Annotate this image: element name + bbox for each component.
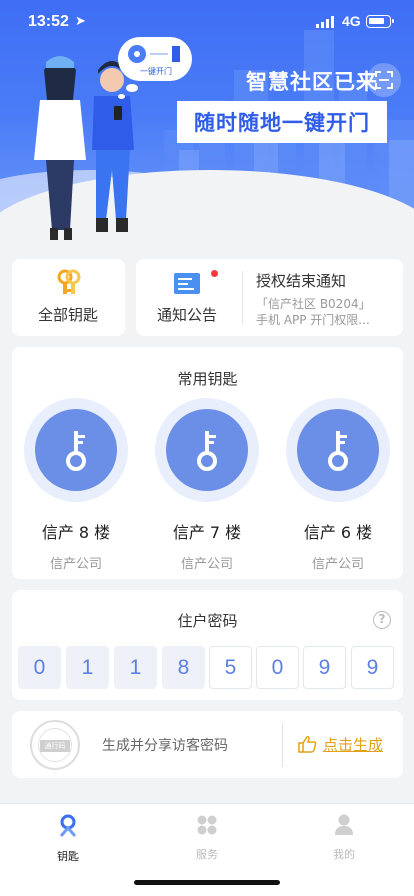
notice-card[interactable]: 通知公告 授权结束通知 「信产社区 B0204」 手机 APP 开门权限... xyxy=(136,259,403,336)
unread-dot xyxy=(211,270,218,277)
home-indicator xyxy=(134,880,280,885)
status-time: 13:52 xyxy=(28,13,69,30)
key-icon xyxy=(66,431,86,471)
key-card[interactable]: 信产 7 楼 信产公司 xyxy=(155,398,259,572)
user-icon xyxy=(335,814,353,835)
tab-label: 钥匙 xyxy=(57,850,79,863)
notice-label: 通知公告 xyxy=(157,306,218,324)
password-digit: 9 xyxy=(303,646,346,689)
generate-button[interactable]: 点击生成 xyxy=(297,729,383,759)
signal-icon xyxy=(316,16,334,28)
key-company: 信产公司 xyxy=(311,557,364,572)
visitor-text: 生成并分享访客密码 xyxy=(102,738,228,754)
password-digit: 1 xyxy=(66,646,109,689)
network-type: 4G xyxy=(342,13,361,29)
password-digit: 0 xyxy=(18,646,61,689)
password-digit: 5 xyxy=(209,646,252,689)
scan-button[interactable] xyxy=(367,63,401,97)
tab-label: 我的 xyxy=(333,848,355,861)
scan-icon xyxy=(375,71,393,89)
hero-title: 智慧社区已来 xyxy=(246,70,378,94)
notice-line-2: 手机 APP 开门权限... xyxy=(256,313,370,327)
stamp-text: 通行码 xyxy=(40,740,70,752)
notice-line-1: 「信产社区 B0204」 xyxy=(256,297,371,311)
notice-body: 「信产社区 B0204」 手机 APP 开门权限... xyxy=(256,296,396,328)
key-company: 信产公司 xyxy=(180,557,233,572)
keys-icon xyxy=(57,269,81,294)
common-keys-title: 常用钥匙 xyxy=(177,370,238,388)
password-title: 住户密码 xyxy=(177,612,238,630)
password-digit: 1 xyxy=(114,646,157,689)
announcement-icon xyxy=(174,273,200,294)
key-name: 信产 7 楼 xyxy=(172,523,242,542)
all-keys-card[interactable]: 全部钥匙 xyxy=(12,259,125,336)
tab-mine[interactable]: 我的 xyxy=(304,814,384,862)
key-name: 信产 6 楼 xyxy=(303,523,373,542)
tab-service[interactable]: 服务 xyxy=(167,814,247,862)
key-company: 信产公司 xyxy=(49,557,102,572)
grid-icon xyxy=(197,815,217,835)
location-arrow-icon: ➤ xyxy=(75,14,86,29)
key-icon xyxy=(197,431,217,471)
help-icon[interactable]: ? xyxy=(373,611,391,629)
key-name: 信产 8 楼 xyxy=(41,523,111,542)
all-keys-label: 全部钥匙 xyxy=(38,306,99,324)
resident-password-section: 住户密码 ? 0 1 1 8 5 0 9 9 xyxy=(12,590,403,700)
key-icon xyxy=(328,431,348,471)
pointing-hand-icon xyxy=(298,736,317,753)
password-digit: 8 xyxy=(162,646,205,689)
common-keys-section: 常用钥匙 信产 8 楼 信产公司 信产 7 楼 信产公司 信产 6 楼 信产公司 xyxy=(12,347,403,579)
visitor-password-section: 通行码 生成并分享访客密码 点击生成 xyxy=(12,711,403,778)
password-digit: 9 xyxy=(351,646,394,689)
key-card[interactable]: 信产 8 楼 信产公司 xyxy=(24,398,128,572)
battery-icon xyxy=(366,15,394,28)
key-card[interactable]: 信产 6 楼 信产公司 xyxy=(286,398,390,572)
hero-subtitle: 随时随地一键开门 xyxy=(177,101,387,143)
pass-stamp-icon: 通行码 xyxy=(30,720,80,770)
hero-banner: 一键开门 13:52 ➤ 4G 智慧社区已来 随时随地一键开门 xyxy=(0,0,414,250)
password-digit: 0 xyxy=(256,646,299,689)
notice-title: 授权结束通知 xyxy=(256,272,347,290)
tab-keys[interactable]: 钥匙 xyxy=(28,814,108,864)
bubble-text: 一键开门 xyxy=(140,67,172,76)
keys-tab-icon xyxy=(59,814,77,837)
status-bar: 13:52 ➤ 4G xyxy=(0,0,414,44)
tab-label: 服务 xyxy=(196,848,218,861)
generate-button-label: 点击生成 xyxy=(323,735,384,754)
